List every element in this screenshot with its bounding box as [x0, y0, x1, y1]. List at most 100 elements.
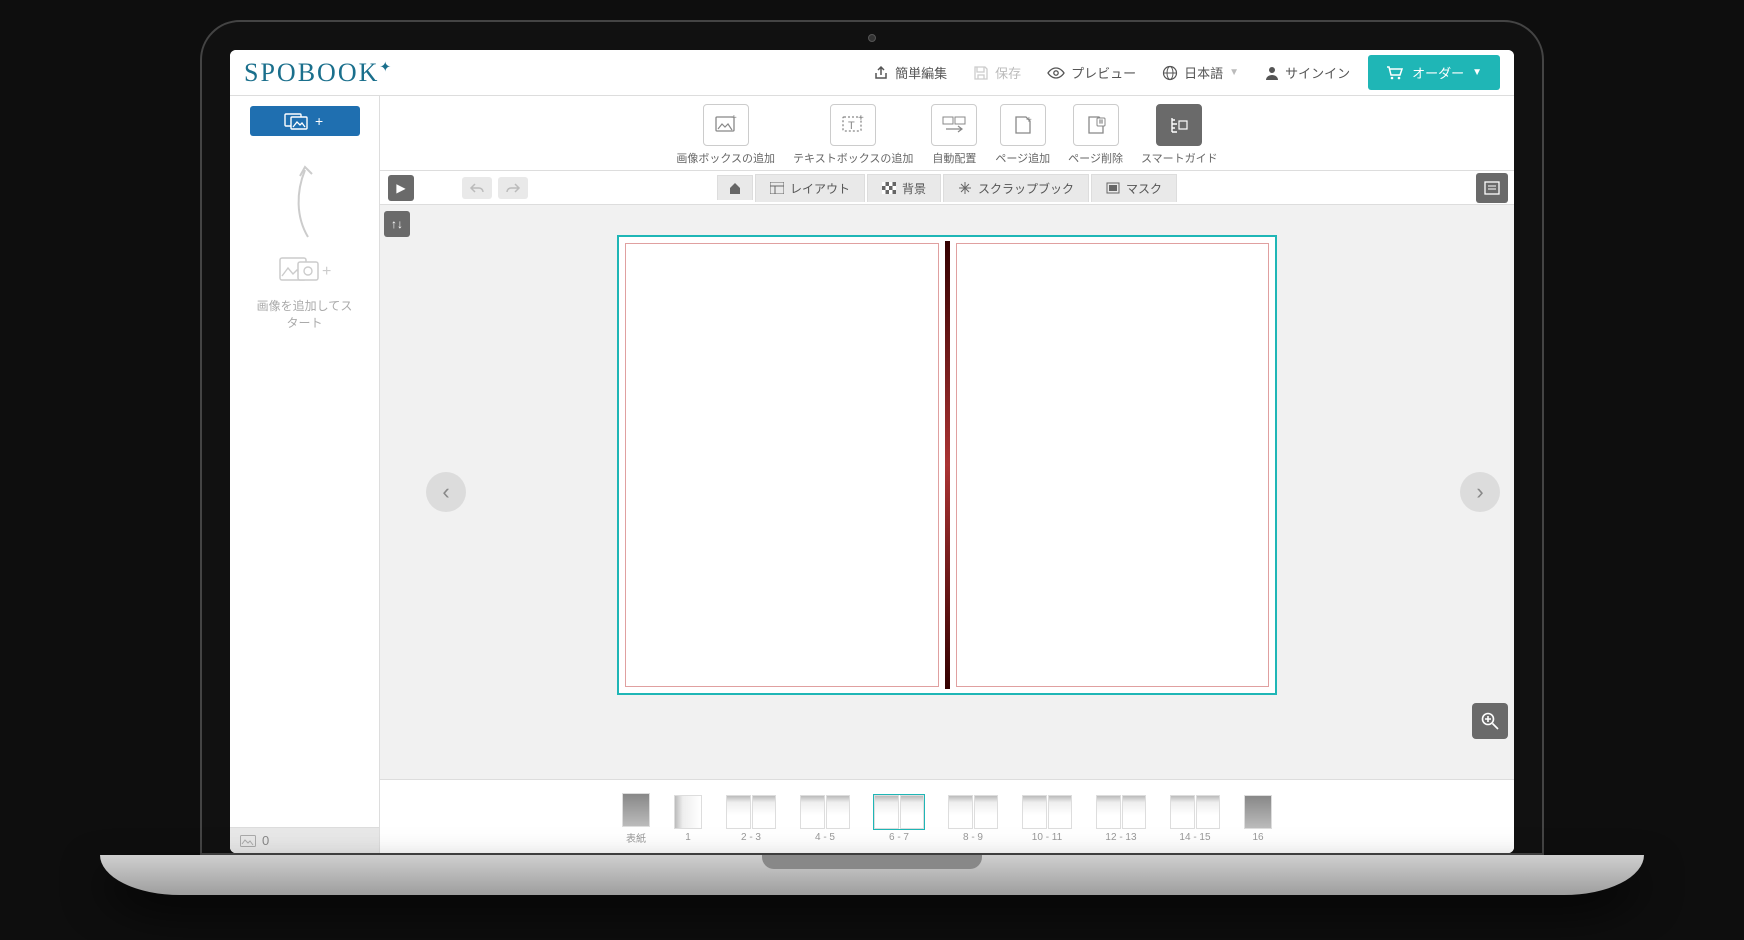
hint-line-2: タート	[257, 315, 353, 332]
page-thumb-label: 8 - 9	[963, 832, 983, 843]
home-icon	[728, 181, 742, 195]
page-thumb-label: 12 - 13	[1105, 832, 1136, 843]
tab-home[interactable]	[717, 175, 753, 200]
book-spread[interactable]	[617, 235, 1277, 695]
zoom-button[interactable]	[1472, 703, 1508, 739]
smart-guide-label: スマートガイド	[1141, 150, 1218, 166]
user-icon	[1265, 65, 1279, 81]
canvas[interactable]: ↑↓ ‹ ›	[380, 205, 1514, 779]
save-label: 保存	[995, 63, 1021, 82]
side-hint: + 画像を追加してス タート	[230, 142, 379, 827]
checker-icon	[882, 182, 896, 194]
signin-button[interactable]: サインイン	[1257, 59, 1358, 86]
page-thumb-label: 表紙	[626, 830, 646, 845]
right-page[interactable]	[956, 243, 1270, 687]
page-thumb-label: 2 - 3	[741, 832, 761, 843]
add-text-box-button[interactable]: T+ テキストボックスの追加	[793, 104, 913, 166]
page-thumb-label: 14 - 15	[1179, 832, 1210, 843]
book-spine	[945, 241, 950, 689]
tabbar: ▶ レイアウト 背景	[380, 171, 1514, 205]
add-text-box-label: テキストボックスの追加	[793, 150, 913, 166]
workspace: + 画像ボックスの追加 T+ テキストボックスの追加 自動配置 + ページ追加	[380, 96, 1514, 853]
photos-plus-icon: +	[283, 111, 327, 131]
auto-layout-button[interactable]: 自動配置	[931, 104, 977, 166]
page-thumb[interactable]: 16	[1243, 794, 1273, 843]
image-count: 0	[262, 833, 269, 848]
add-image-box-button[interactable]: + 画像ボックスの追加	[676, 104, 775, 166]
laptop-frame: SPOBOOK✦ 簡単編集 保存 プレビュー	[200, 20, 1544, 855]
page-thumb[interactable]: 10 - 11	[1021, 794, 1073, 843]
tab-layout[interactable]: レイアウト	[755, 174, 865, 202]
svg-text:+: +	[1026, 115, 1032, 126]
language-label: 日本語	[1184, 63, 1223, 82]
eye-icon	[1047, 66, 1065, 80]
hint-line-1: 画像を追加してス	[257, 298, 353, 315]
page-thumb[interactable]: 4 - 5	[799, 794, 851, 843]
page-thumb[interactable]: 2 - 3	[725, 794, 777, 843]
svg-text:+: +	[731, 114, 737, 124]
preview-button[interactable]: プレビュー	[1039, 59, 1144, 86]
camera-dot	[868, 34, 876, 42]
main-area: + + 画像を追加してス タート	[230, 96, 1514, 853]
logo-text: SPOBOOK	[244, 58, 379, 87]
reorder-button[interactable]: ↑↓	[384, 211, 410, 237]
svg-text:T: T	[848, 120, 855, 132]
floppy-icon	[973, 65, 989, 81]
add-page-button[interactable]: + ページ追加	[995, 104, 1050, 166]
order-button[interactable]: オーダー ▼	[1368, 55, 1500, 90]
left-page[interactable]	[625, 243, 939, 687]
properties-panel-button[interactable]	[1476, 173, 1508, 203]
page-thumb[interactable]: 表紙	[621, 792, 651, 845]
tab-mask-label: マスク	[1126, 180, 1162, 197]
main-toolbar: + 画像ボックスの追加 T+ テキストボックスの追加 自動配置 + ページ追加	[380, 96, 1514, 171]
page-thumb[interactable]: 14 - 15	[1169, 794, 1221, 843]
curved-arrow-icon	[290, 162, 320, 242]
page-thumb[interactable]: 12 - 13	[1095, 794, 1147, 843]
svg-text:+: +	[322, 263, 331, 280]
page-thumbnail-strip: 表紙 1 2 - 3 4 - 5 6 - 7 8 - 9 10 - 11 12 - 13 14 …	[380, 779, 1514, 853]
easy-edit-button[interactable]: 簡単編集	[865, 59, 955, 86]
add-page-label: ページ追加	[995, 150, 1050, 166]
share-icon	[873, 65, 889, 81]
side-toggle-button[interactable]: ▶	[388, 175, 414, 201]
signin-label: サインイン	[1285, 63, 1350, 82]
image-count-bar: 0	[230, 827, 379, 853]
next-page-button[interactable]: ›	[1460, 472, 1500, 512]
page-thumb[interactable]: 8 - 9	[947, 794, 999, 843]
preview-label: プレビュー	[1071, 63, 1136, 82]
delete-page-label: ページ削除	[1068, 150, 1123, 166]
tab-scrapbook[interactable]: スクラップブック	[943, 174, 1089, 202]
page-thumb[interactable]: 1	[673, 794, 703, 843]
app-screen: SPOBOOK✦ 簡単編集 保存 プレビュー	[230, 50, 1514, 853]
tab-mask[interactable]: マスク	[1091, 174, 1177, 202]
save-button[interactable]: 保存	[965, 59, 1029, 86]
tab-scrapbook-label: スクラップブック	[978, 180, 1074, 197]
image-panel: + + 画像を追加してス タート	[230, 96, 380, 853]
header-bar: SPOBOOK✦ 簡単編集 保存 プレビュー	[230, 50, 1514, 96]
page-thumb-label: 6 - 7	[889, 832, 909, 843]
cart-icon	[1386, 66, 1404, 80]
page-thumb-label: 4 - 5	[815, 832, 835, 843]
layout-icon	[770, 182, 784, 194]
delete-page-button[interactable]: ページ削除	[1068, 104, 1123, 166]
add-image-box-label: 画像ボックスの追加	[676, 150, 775, 166]
logo-sparkle-icon: ✦	[379, 60, 393, 75]
add-photos-button[interactable]: +	[250, 106, 360, 136]
svg-text:+: +	[858, 114, 864, 124]
page-thumb[interactable]: 6 - 7	[873, 794, 925, 843]
mask-icon	[1106, 182, 1120, 194]
globe-icon	[1162, 65, 1178, 81]
page-thumb-label: 16	[1252, 832, 1263, 843]
svg-text:+: +	[315, 113, 323, 129]
undo-button[interactable]	[462, 177, 492, 199]
language-dropdown[interactable]: 日本語 ▼	[1154, 59, 1247, 86]
tab-background[interactable]: 背景	[867, 174, 941, 202]
prev-page-button[interactable]: ‹	[426, 472, 466, 512]
easy-edit-label: 簡単編集	[895, 63, 947, 82]
side-hint-text: 画像を追加してス タート	[257, 298, 353, 332]
page-thumb-label: 10 - 11	[1032, 832, 1062, 843]
page-thumb-label: 1	[685, 832, 691, 843]
image-icon	[240, 835, 256, 847]
smart-guide-button[interactable]: スマートガイド	[1141, 104, 1218, 166]
redo-button[interactable]	[498, 177, 528, 199]
